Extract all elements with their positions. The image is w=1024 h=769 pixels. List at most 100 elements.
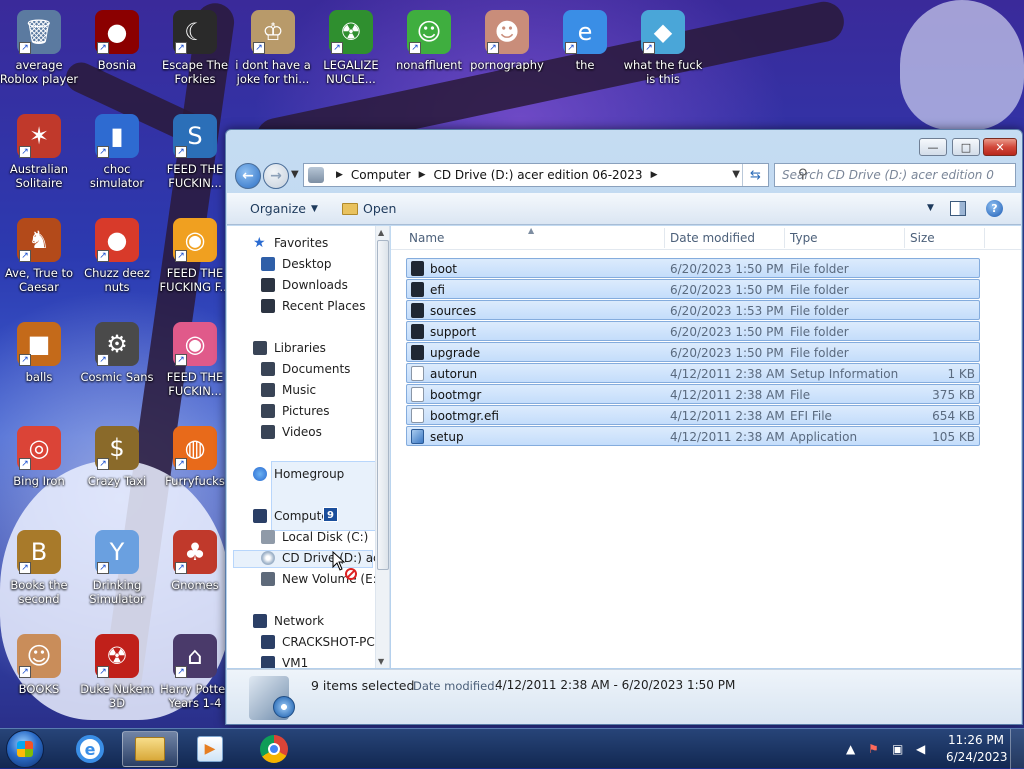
nav-item-recent-places[interactable]: Recent Places xyxy=(261,299,365,313)
chevron-right-icon[interactable]: ▶ xyxy=(336,170,343,180)
column-date-modified[interactable]: Date modified xyxy=(670,231,755,245)
desktop-shortcut[interactable]: ◎ ↗ Bing Iron xyxy=(0,426,79,488)
column-divider[interactable] xyxy=(664,228,665,248)
nav-favorites[interactable]: ★ Favorites xyxy=(253,236,328,250)
desktop-shortcut[interactable]: B ↗ Books the second xyxy=(0,530,79,606)
start-button[interactable] xyxy=(6,730,44,768)
file-row[interactable]: bootmgr.efi 4/12/2011 2:38 AM EFI File 654 … xyxy=(406,405,980,425)
column-type[interactable]: Type xyxy=(790,231,818,245)
nav-item-cd-drive[interactable]: CD Drive (D:) acer xyxy=(261,551,389,565)
action-center-icon[interactable]: ⚑ xyxy=(868,742,879,756)
nav-item-desktop[interactable]: Desktop xyxy=(261,257,332,271)
column-divider[interactable] xyxy=(784,228,785,248)
breadcrumb-computer[interactable]: Computer xyxy=(351,168,411,182)
desktop-shortcut[interactable]: ☢ ↗ LEGALIZE NUCLE... xyxy=(311,10,391,86)
file-row[interactable]: setup 4/12/2011 2:38 AM Application 105 KB xyxy=(406,426,980,446)
column-divider[interactable] xyxy=(984,228,985,248)
desktop-shortcut[interactable]: ☺ ↗ BOOKS xyxy=(0,634,79,696)
desktop-shortcut[interactable]: ♞ ↗ Ave, True to Caesar xyxy=(0,218,79,294)
clock-date[interactable]: 6/24/2023 xyxy=(946,750,1008,764)
desktop-shortcut[interactable]: ● ↗ Chuzz deez nuts xyxy=(77,218,157,294)
desktop-shortcut[interactable]: ▮ ↗ choc simulator xyxy=(77,114,157,190)
file-row[interactable]: autorun 4/12/2011 2:38 AM Setup Informatio… xyxy=(406,363,980,383)
scroll-down-icon[interactable]: ▼ xyxy=(378,657,384,666)
taskbar-windows-explorer[interactable] xyxy=(122,731,178,767)
desktop-shortcut[interactable]: ◉ ↗ FEED THE FUCKING F... xyxy=(155,218,235,294)
nav-item-music[interactable]: Music xyxy=(261,383,316,397)
nav-item-documents[interactable]: Documents xyxy=(261,362,350,376)
chevron-right-icon[interactable]: ▶ xyxy=(651,170,658,180)
column-size[interactable]: Size xyxy=(910,231,935,245)
views-icon[interactable] xyxy=(895,201,911,215)
volume-icon[interactable]: ◀ xyxy=(916,742,925,756)
taskbar-chrome[interactable] xyxy=(246,731,302,767)
refresh-button[interactable]: ⇆ xyxy=(742,164,768,186)
file-row[interactable]: efi 6/20/2023 1:50 PM File folder xyxy=(406,279,980,299)
column-divider[interactable] xyxy=(904,228,905,248)
nav-item-downloads[interactable]: Downloads xyxy=(261,278,348,292)
desktop-shortcut[interactable]: ◆ ↗ what the fuck is this xyxy=(623,10,703,86)
desktop-shortcut[interactable]: $ ↗ Crazy Taxi xyxy=(77,426,157,488)
file-row[interactable]: support 6/20/2023 1:50 PM File folder xyxy=(406,321,980,341)
nav-item-local-disk[interactable]: Local Disk (C:) xyxy=(261,530,368,544)
title-bar[interactable]: — □ ✕ xyxy=(226,130,1022,160)
scrollbar-thumb[interactable] xyxy=(377,240,389,570)
close-button[interactable]: ✕ xyxy=(983,138,1017,156)
nav-homegroup[interactable]: Homegroup xyxy=(253,467,344,481)
desktop-shortcut[interactable]: ◉ ↗ FEED THE FUCKIN... xyxy=(155,322,235,398)
minimize-button[interactable]: — xyxy=(919,138,947,156)
show-desktop-button[interactable] xyxy=(1010,729,1024,769)
desktop-shortcut[interactable]: e ↗ the xyxy=(545,10,625,72)
file-row[interactable]: bootmgr 4/12/2011 2:38 AM File 375 KB xyxy=(406,384,980,404)
organize-button[interactable]: Organize ▼ xyxy=(250,201,318,216)
nav-scrollbar[interactable]: ▲ ▼ xyxy=(375,226,389,668)
desktop-shortcut[interactable]: ◍ ↗ Furryfucks xyxy=(155,426,235,488)
desktop-shortcut[interactable]: ☻ ↗ pornography xyxy=(467,10,547,72)
open-button[interactable]: Open xyxy=(342,201,396,216)
nav-item-videos[interactable]: Videos xyxy=(261,425,322,439)
forward-button[interactable]: → xyxy=(263,163,289,189)
scroll-up-icon[interactable]: ▲ xyxy=(378,228,384,237)
taskbar-internet-explorer[interactable]: e xyxy=(62,731,118,767)
desktop-shortcut[interactable]: ☾ ↗ Escape The Forkies xyxy=(155,10,235,86)
desktop-shortcut[interactable]: 🗑 ↗ average Roblox player xyxy=(0,10,79,86)
nav-computer[interactable]: Computer xyxy=(253,509,334,523)
chevron-right-icon[interactable]: ▶ xyxy=(419,170,426,180)
desktop-shortcut[interactable]: Y ↗ Drinking Simulator xyxy=(77,530,157,606)
desktop-shortcut[interactable]: ■ ↗ balls xyxy=(0,322,79,384)
breadcrumb-cd-drive[interactable]: CD Drive (D:) acer edition 06-2023 xyxy=(434,168,643,182)
desktop-shortcut[interactable]: ♔ ↗ i dont have a joke for thi... xyxy=(233,10,313,86)
views-dropdown[interactable]: ▼ xyxy=(927,203,934,213)
network-status-icon[interactable]: ▣ xyxy=(892,742,903,756)
file-row[interactable]: boot 6/20/2023 1:50 PM File folder xyxy=(406,258,980,278)
preview-pane-button[interactable] xyxy=(950,201,966,216)
desktop-shortcut[interactable]: S ↗ FEED THE FUCKIN... xyxy=(155,114,235,190)
nav-item-vm1[interactable]: VM1 xyxy=(261,656,308,668)
explorer-window[interactable]: — □ ✕ ← → ▼ ▶ Computer ▶ CD Drive (D:) a… xyxy=(225,129,1023,725)
nav-item-new-volume[interactable]: New Volume (E:) xyxy=(261,572,381,586)
desktop-shortcut[interactable]: ⌂ ↗ Harry Potter Years 1-4 xyxy=(155,634,235,710)
file-row[interactable]: sources 6/20/2023 1:53 PM File folder xyxy=(406,300,980,320)
desktop-shortcut[interactable]: ♣ ↗ Gnomes xyxy=(155,530,235,592)
desktop-shortcut[interactable]: ⚙ ↗ Cosmic Sans xyxy=(77,322,157,384)
column-name[interactable]: Name xyxy=(409,231,444,245)
clock-time[interactable]: 11:26 PM xyxy=(948,733,1004,747)
nav-network[interactable]: Network xyxy=(253,614,324,628)
maximize-button[interactable]: □ xyxy=(952,138,980,156)
recent-pages-button[interactable]: ▼ xyxy=(291,169,299,180)
nav-item-crackshot-pc[interactable]: CRACKSHOT-PC xyxy=(261,635,375,649)
desktop-shortcut[interactable]: ✶ ↗ Australian Solitaire xyxy=(0,114,79,190)
address-history-dropdown[interactable]: ▼ xyxy=(732,169,740,180)
file-row[interactable]: upgrade 6/20/2023 1:50 PM File folder xyxy=(406,342,980,362)
help-icon[interactable]: ? xyxy=(986,200,1003,217)
show-hidden-icons-icon[interactable]: ▲ xyxy=(846,742,855,756)
desktop-shortcut[interactable]: ● ↗ Bosnia xyxy=(77,10,157,72)
desktop-shortcut[interactable]: ☺ ↗ nonaffluent xyxy=(389,10,469,72)
back-button[interactable]: ← xyxy=(235,163,261,189)
desktop-shortcut[interactable]: ☢ ↗ Duke Nukem 3D xyxy=(77,634,157,710)
nav-libraries[interactable]: Libraries xyxy=(253,341,326,355)
address-bar[interactable]: ▶ Computer ▶ CD Drive (D:) acer edition … xyxy=(303,163,769,187)
taskbar-media-player[interactable]: ▶ xyxy=(182,731,238,767)
nav-item-pictures[interactable]: Pictures xyxy=(261,404,330,418)
search-input[interactable]: Search CD Drive (D:) acer edition 06-2..… xyxy=(774,163,1016,187)
